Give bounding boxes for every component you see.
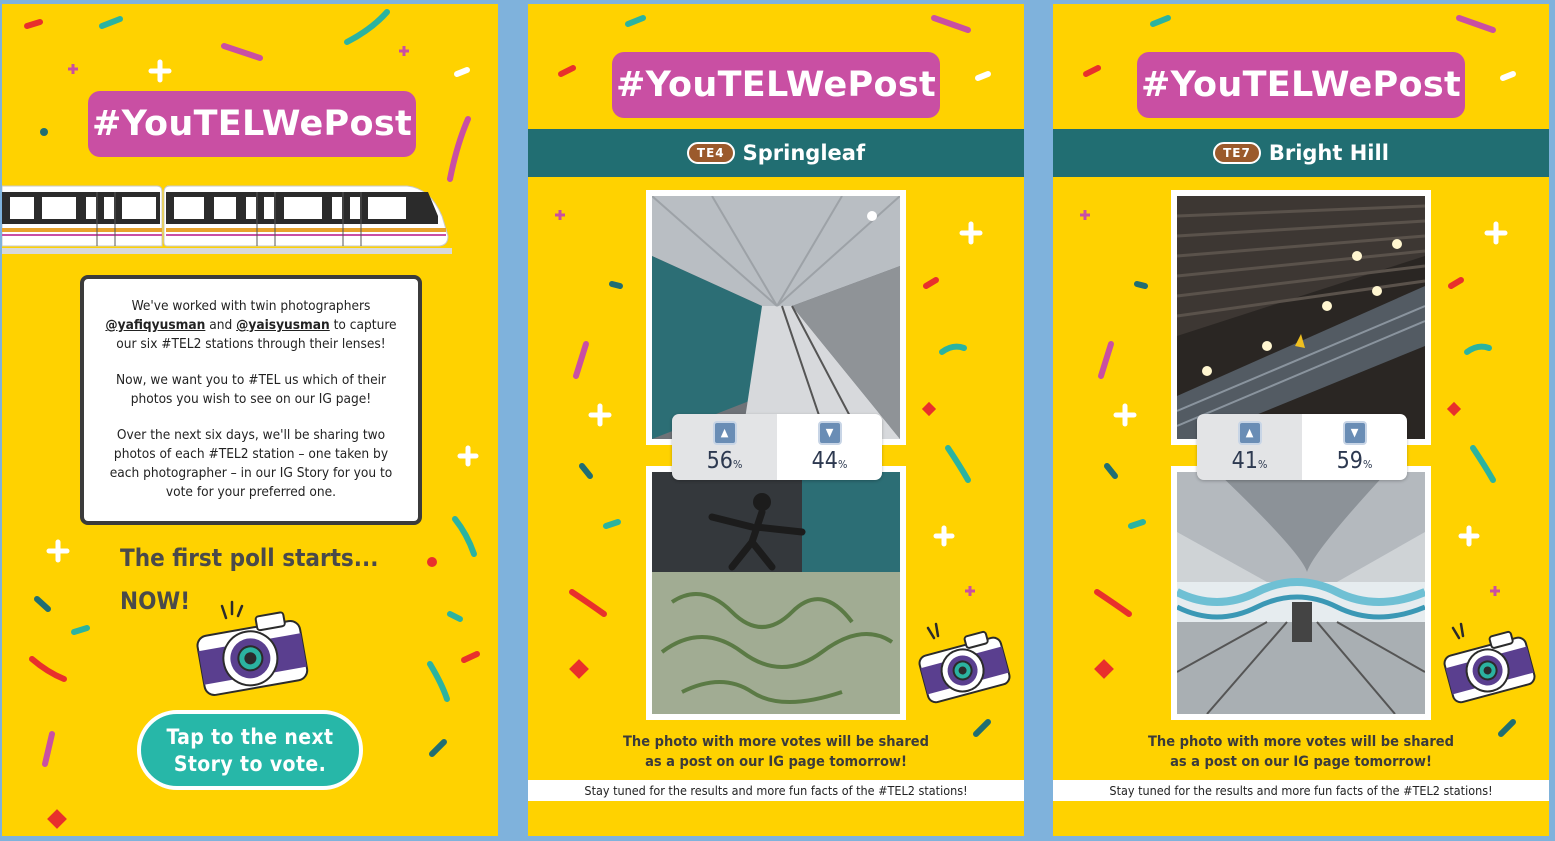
hashtag-title: #YouTELWePost — [1137, 52, 1465, 118]
camera-icon — [196, 600, 309, 696]
photo-option-a[interactable] — [646, 190, 906, 445]
photo-option-b[interactable] — [646, 466, 906, 720]
vote-up-result: 56% — [707, 448, 743, 474]
caption-text: The photo with more votes will be shared… — [1053, 732, 1549, 772]
station-code-badge: TE7 — [1213, 142, 1261, 164]
station-name: Bright Hill — [1268, 141, 1389, 165]
hashtag-title: #YouTELWePost — [88, 91, 416, 157]
vote-ask-paragraph: Now, we want you to #TEL us which of the… — [115, 372, 387, 407]
station-photo-mural — [652, 472, 900, 714]
station-photo-escalator — [1177, 196, 1425, 439]
vote-up-percent: 41 — [1231, 447, 1258, 474]
vote-option-up[interactable]: ▲ 56% — [672, 414, 777, 480]
station-photo-concourse — [1177, 472, 1425, 714]
station-photo-platform — [652, 196, 900, 439]
intro-text: We've worked with twin photographers — [131, 298, 371, 314]
story-panel-intro: #YouTELWePost We've worked with twin pho… — [2, 4, 498, 836]
triangle-up-icon: ▲ — [712, 420, 737, 445]
vote-option-down[interactable]: ▼ 44% — [777, 414, 882, 480]
vote-poll-widget: ▲ 56% ▼ 44% — [672, 414, 882, 480]
triangle-up-icon: ▲ — [1237, 420, 1262, 445]
vote-down-result: 59% — [1337, 448, 1373, 474]
vote-down-percent: 44 — [811, 447, 838, 474]
caption-line-2: as a post on our IG page tomorrow! — [1170, 754, 1432, 770]
photo-option-b[interactable] — [1171, 466, 1431, 720]
intro-paragraph: We've worked with twin photographers @yaf… — [100, 297, 402, 354]
intro-text-box: We've worked with twin photographers @yaf… — [80, 275, 422, 525]
photo-option-a[interactable] — [1171, 190, 1431, 445]
poll-now-text: NOW! — [120, 587, 191, 615]
triangle-down-icon: ▼ — [1342, 420, 1367, 445]
footer-strip: Stay tuned for the results and more fun … — [1053, 780, 1549, 801]
caption-line-1: The photo with more votes will be shared — [623, 734, 929, 750]
photographer-handle-2[interactable]: @yaisyusman — [236, 317, 330, 333]
story-panel-springleaf: #YouTELWePost TE4 Springleaf ▲ 56% ▼ 44%… — [528, 4, 1024, 836]
percent-sign: % — [732, 457, 743, 471]
caption-line-1: The photo with more votes will be shared — [1148, 734, 1454, 750]
vote-down-result: 44% — [812, 448, 848, 474]
vote-option-down[interactable]: ▼ 59% — [1302, 414, 1407, 480]
camera-icon — [1443, 622, 1536, 704]
percent-sign: % — [1257, 457, 1268, 471]
vote-down-percent: 59 — [1336, 447, 1363, 474]
footer-strip: Stay tuned for the results and more fun … — [528, 780, 1024, 801]
hashtag-title: #YouTELWePost — [612, 52, 940, 118]
vote-poll-widget: ▲ 41% ▼ 59% — [1197, 414, 1407, 480]
station-code-badge: TE4 — [686, 142, 735, 164]
vote-up-result: 41% — [1232, 448, 1268, 474]
button-line-2: Story to vote. — [173, 752, 327, 776]
station-banner: TE4 Springleaf — [528, 129, 1024, 177]
caption-line-2: as a post on our IG page tomorrow! — [645, 754, 907, 770]
and-text: and — [209, 317, 233, 333]
story-panel-bright-hill: #YouTELWePost TE7 Bright Hill ▲ 41% ▼ 59… — [1053, 4, 1549, 836]
station-banner: TE7 Bright Hill — [1053, 129, 1549, 177]
triangle-down-icon: ▼ — [817, 420, 842, 445]
vote-option-up[interactable]: ▲ 41% — [1197, 414, 1302, 480]
camera-icon — [918, 622, 1011, 704]
vote-up-percent: 56 — [706, 447, 733, 474]
tap-next-story-button[interactable]: Tap to the next Story to vote. — [137, 710, 363, 790]
station-name: Springleaf — [742, 141, 866, 165]
caption-text: The photo with more votes will be shared… — [528, 732, 1024, 772]
percent-sign: % — [1362, 457, 1373, 471]
button-line-1: Tap to the next — [166, 725, 334, 749]
schedule-paragraph: Over the next six days, we'll be sharing… — [109, 427, 393, 500]
percent-sign: % — [837, 457, 848, 471]
poll-start-text: The first poll starts... — [120, 544, 379, 572]
photographer-handle-1[interactable]: @yafiqyusman — [105, 317, 205, 333]
train-icon — [2, 185, 452, 254]
